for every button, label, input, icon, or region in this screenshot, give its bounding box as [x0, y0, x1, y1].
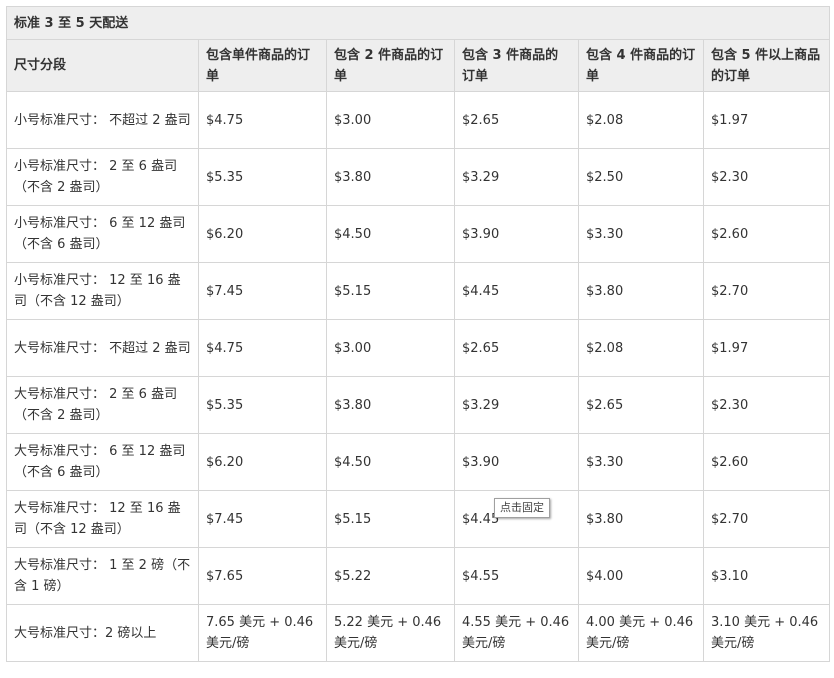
fee-cell: $3.30 — [578, 205, 704, 263]
table-row: 大号标准尺寸： 不超过 2 盎司 $4.75 $3.00 $2.65 $2.08… — [6, 319, 831, 377]
fee-cell: $5.15 — [326, 262, 455, 320]
fee-cell: $4.55 — [454, 547, 579, 605]
fee-cell: $4.50 — [326, 205, 455, 263]
fee-cell: $3.80 — [578, 490, 704, 548]
fee-cell: $4.75 — [198, 319, 327, 377]
header-size-tier: 尺寸分段 — [6, 39, 199, 92]
fee-cell: 5.22 美元 + 0.46 美元/磅 — [326, 604, 455, 662]
table-row: 大号标准尺寸：2 磅以上 7.65 美元 + 0.46 美元/磅 5.22 美元… — [6, 604, 831, 662]
table-row: 大号标准尺寸： 12 至 16 盎司（不含 12 盎司） $7.45 $5.15… — [6, 490, 831, 548]
fee-cell: $5.22 — [326, 547, 455, 605]
fee-cell: $3.00 — [326, 91, 455, 149]
size-tier-cell: 小号标准尺寸： 12 至 16 盎司（不含 12 盎司） — [6, 262, 199, 320]
fee-cell: $1.97 — [702, 91, 831, 149]
size-tier-cell: 小号标准尺寸： 不超过 2 盎司 — [6, 91, 199, 149]
fee-cell: $6.20 — [198, 433, 327, 491]
fee-cell: $3.29 — [454, 376, 579, 434]
fee-cell: $5.35 — [198, 376, 327, 434]
fee-cell: $2.08 — [578, 319, 704, 377]
fee-cell: $7.45 — [198, 262, 327, 320]
fee-cell: 4.00 美元 + 0.46 美元/磅 — [578, 604, 704, 662]
size-tier-cell: 小号标准尺寸： 2 至 6 盎司（不含 2 盎司） — [6, 148, 199, 206]
header-1-unit: 包含单件商品的订单 — [198, 39, 327, 92]
fee-cell: $1.97 — [702, 319, 831, 377]
fee-cell: $3.00 — [326, 319, 455, 377]
fee-cell: $2.70 — [702, 262, 831, 320]
table-row: 大号标准尺寸： 6 至 12 盎司（不含 6 盎司） $6.20 $4.50 $… — [6, 433, 831, 491]
fee-cell: $4.45 — [454, 262, 579, 320]
fee-cell: $2.65 — [454, 319, 579, 377]
shipping-fee-table: 标准 3 至 5 天配送 尺寸分段 包含单件商品的订单 包含 2 件商品的订单 … — [5, 6, 831, 662]
table-row: 小号标准尺寸： 6 至 12 盎司（不含 6 盎司） $6.20 $4.50 $… — [6, 205, 831, 263]
fee-cell: $2.60 — [702, 205, 831, 263]
fee-cell: $5.35 — [198, 148, 327, 206]
fee-cell: $2.08 — [578, 91, 704, 149]
fee-cell: $7.65 — [198, 547, 327, 605]
fee-cell: $2.65 — [578, 376, 704, 434]
size-tier-cell: 大号标准尺寸： 2 至 6 盎司（不含 2 盎司） — [6, 376, 199, 434]
fee-cell: $3.30 — [578, 433, 704, 491]
size-tier-cell: 大号标准尺寸：2 磅以上 — [6, 604, 199, 662]
table-row: 小号标准尺寸： 不超过 2 盎司 $4.75 $3.00 $2.65 $2.08… — [6, 91, 831, 149]
fee-cell: $3.80 — [326, 376, 455, 434]
table-row: 小号标准尺寸： 2 至 6 盎司（不含 2 盎司） $5.35 $3.80 $3… — [6, 148, 831, 206]
fee-cell: $3.80 — [326, 148, 455, 206]
fee-cell: $3.29 — [454, 148, 579, 206]
fee-cell: $4.00 — [578, 547, 704, 605]
fee-cell: 7.65 美元 + 0.46 美元/磅 — [198, 604, 327, 662]
table-row: 小号标准尺寸： 12 至 16 盎司（不含 12 盎司） $7.45 $5.15… — [6, 262, 831, 320]
fee-cell: 4.55 美元 + 0.46 美元/磅 — [454, 604, 579, 662]
header-3-units: 包含 3 件商品的订单 — [454, 39, 579, 92]
size-tier-cell: 大号标准尺寸： 6 至 12 盎司（不含 6 盎司） — [6, 433, 199, 491]
fee-cell: $3.80 — [578, 262, 704, 320]
table-title: 标准 3 至 5 天配送 — [5, 6, 831, 40]
pin-tooltip[interactable]: 点击固定 — [494, 498, 550, 518]
header-4-units: 包含 4 件商品的订单 — [578, 39, 704, 92]
fee-cell: $3.10 — [702, 547, 831, 605]
size-tier-cell: 小号标准尺寸： 6 至 12 盎司（不含 6 盎司） — [6, 205, 199, 263]
fee-cell: $2.50 — [578, 148, 704, 206]
size-tier-cell: 大号标准尺寸： 12 至 16 盎司（不含 12 盎司） — [6, 490, 199, 548]
fee-cell: $4.50 — [326, 433, 455, 491]
table-row: 大号标准尺寸： 2 至 6 盎司（不含 2 盎司） $5.35 $3.80 $3… — [6, 376, 831, 434]
fee-cell: $7.45 — [198, 490, 327, 548]
size-tier-cell: 大号标准尺寸： 1 至 2 磅（不含 1 磅） — [6, 547, 199, 605]
fee-cell: $2.65 — [454, 91, 579, 149]
fee-cell: $3.90 — [454, 205, 579, 263]
header-2-units: 包含 2 件商品的订单 — [326, 39, 455, 92]
fee-cell: $5.15 — [326, 490, 455, 548]
fee-cell: 3.10 美元 + 0.46 美元/磅 — [702, 604, 831, 662]
table-row: 大号标准尺寸： 1 至 2 磅（不含 1 磅） $7.65 $5.22 $4.5… — [6, 547, 831, 605]
header-5plus-units: 包含 5 件以上商品的订单 — [702, 39, 831, 92]
size-tier-cell: 大号标准尺寸： 不超过 2 盎司 — [6, 319, 199, 377]
fee-cell: $2.60 — [702, 433, 831, 491]
fee-cell: $2.30 — [702, 376, 831, 434]
fee-cell: $6.20 — [198, 205, 327, 263]
fee-cell: $3.90 — [454, 433, 579, 491]
fee-cell: $2.70 — [702, 490, 831, 548]
fee-cell: $2.30 — [702, 148, 831, 206]
fee-cell: $4.75 — [198, 91, 327, 149]
